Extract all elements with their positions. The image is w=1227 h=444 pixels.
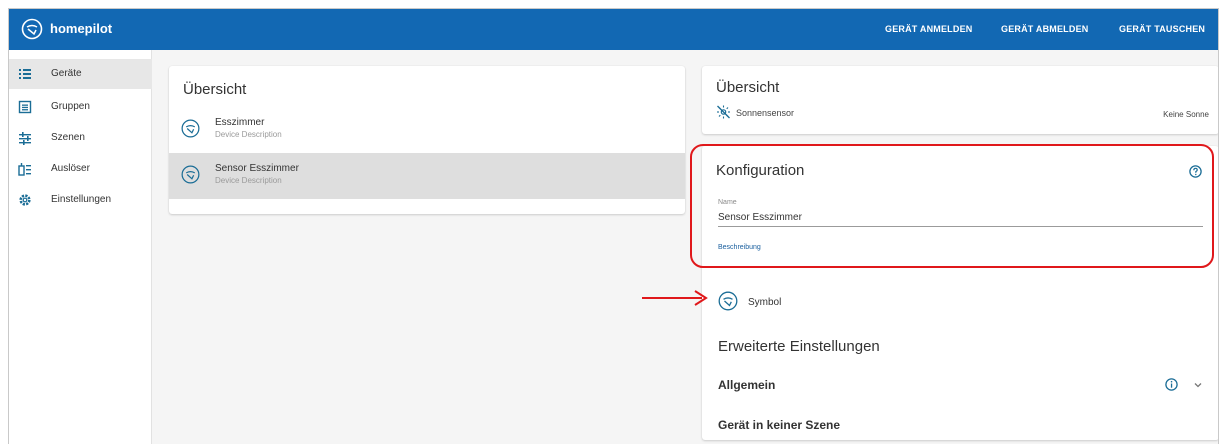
sidebar-item-label: Geräte	[51, 68, 82, 79]
top-bar: homepilot GERÄT ANMELDEN GERÄT ABMELDEN …	[9, 9, 1218, 50]
sidebar-item-label: Einstellungen	[51, 194, 112, 205]
detail-overview-title: Übersicht	[716, 79, 780, 96]
scene-membership-label: Gerät in keiner Szene	[718, 418, 841, 432]
swap-device-button[interactable]: GERÄT TAUSCHEN	[1119, 24, 1205, 34]
configuration-title: Konfiguration	[716, 162, 805, 179]
general-section-toggle[interactable]: Allgemein	[718, 378, 775, 392]
sidebar-item-szenen[interactable]: Szenen	[9, 123, 152, 153]
chevron-down-icon[interactable]	[1193, 381, 1203, 389]
sensor-label: Sonnensensor	[736, 108, 795, 118]
help-icon[interactable]	[1189, 165, 1202, 178]
description-field[interactable]: Beschreibung	[718, 244, 761, 251]
device-name: Esszimmer	[215, 117, 265, 128]
device-icon	[181, 165, 200, 184]
unregister-device-button[interactable]: GERÄT ABMELDEN	[1001, 24, 1088, 34]
device-list-card: Übersicht Esszimmer Device Description S…	[169, 66, 685, 214]
advanced-settings-title: Erweiterte Einstellungen	[718, 338, 880, 355]
list-item[interactable]: Sensor Esszimmer Device Description	[169, 153, 685, 199]
brand-name: homepilot	[50, 21, 113, 36]
sidebar-item-geraete[interactable]: Geräte	[9, 59, 152, 89]
sun-off-icon	[717, 105, 730, 119]
sidebar-item-label: Szenen	[51, 132, 85, 143]
name-field-label: Name	[718, 199, 737, 206]
homepilot-logo-icon	[21, 18, 43, 40]
register-device-button[interactable]: GERÄT ANMELDEN	[885, 24, 972, 34]
device-list-title: Übersicht	[183, 81, 247, 98]
trigger-icon	[18, 163, 31, 176]
settings-icon	[19, 194, 31, 206]
device-name: Sensor Esszimmer	[215, 163, 299, 174]
device-description: Device Description	[215, 130, 282, 139]
list-icon	[19, 69, 31, 79]
sidebar-item-label: Gruppen	[51, 101, 90, 112]
name-field[interactable]: Sensor Esszimmer	[718, 208, 1203, 227]
detail-card: Konfiguration Name Sensor Esszimmer Besc…	[702, 146, 1218, 440]
device-description: Device Description	[215, 176, 282, 185]
device-symbol-icon[interactable]	[718, 291, 738, 311]
group-list-icon	[18, 100, 32, 114]
sidebar-item-einstellungen[interactable]: Einstellungen	[9, 185, 152, 215]
scene-sliders-icon	[19, 132, 31, 145]
sidebar-item-gruppen[interactable]: Gruppen	[9, 92, 152, 122]
sidebar-item-ausloeser[interactable]: Auslöser	[9, 154, 152, 184]
info-icon[interactable]	[1165, 378, 1178, 391]
device-icon	[181, 119, 200, 138]
detail-overview-card: Übersicht Sonnensensor Keine Sonne	[702, 66, 1218, 134]
list-item[interactable]: Esszimmer Device Description	[169, 107, 685, 153]
sidebar: Geräte Gruppen Szenen Auslöser Einstellu…	[9, 50, 152, 444]
sensor-status: Keine Sonne	[1163, 110, 1209, 119]
symbol-label[interactable]: Symbol	[748, 297, 781, 308]
app-window: homepilot GERÄT ANMELDEN GERÄT ABMELDEN …	[8, 8, 1219, 444]
sidebar-item-label: Auslöser	[51, 163, 90, 174]
